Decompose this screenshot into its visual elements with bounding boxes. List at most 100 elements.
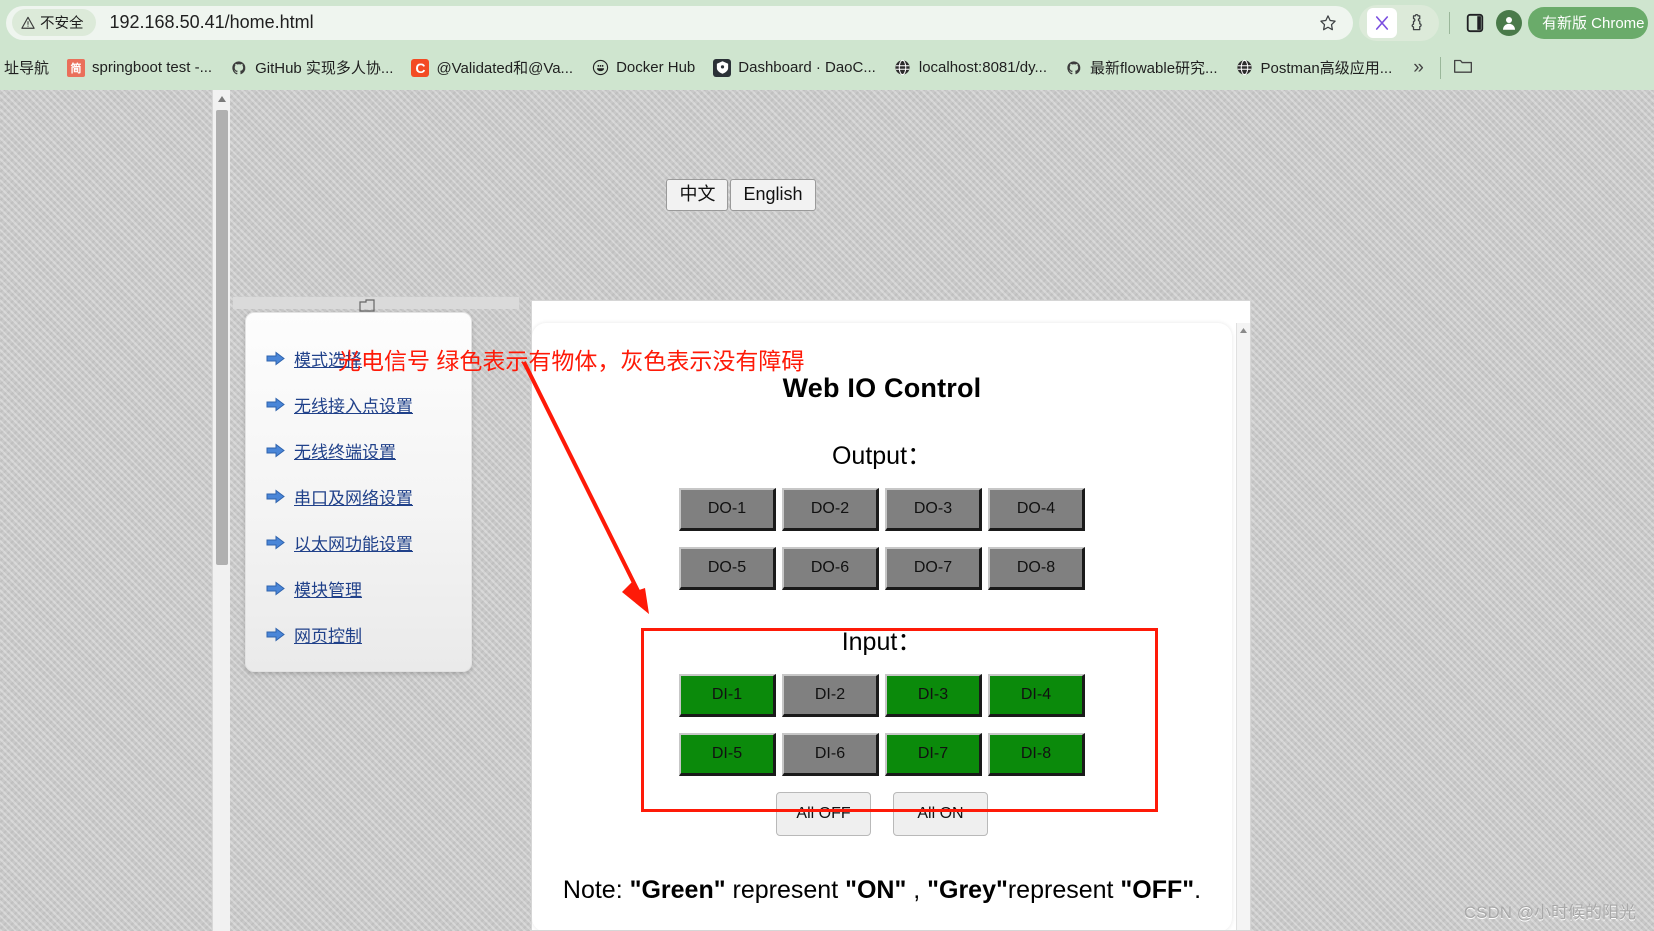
docker-icon <box>591 59 609 77</box>
sidebar-item-label: 以太网功能设置 <box>294 530 413 555</box>
lang-button-english[interactable]: English <box>730 179 815 211</box>
main-content-panel: Web IO Control Output： DO-1 DO-2 DO-3 DO… <box>531 300 1251 931</box>
content-scrollbar[interactable] <box>1236 323 1250 931</box>
language-selector: 中文 English <box>231 90 1251 300</box>
note-green-word: "Green" <box>630 876 726 904</box>
bookmark-label: Docker Hub <box>616 59 695 76</box>
warning-triangle-icon <box>21 16 35 30</box>
bookmarks-overflow-button[interactable]: » <box>1401 57 1436 79</box>
profile-avatar-icon[interactable] <box>1496 10 1522 36</box>
bookmark-item[interactable]: Docker Hub <box>582 55 704 81</box>
output-button-do-1[interactable]: DO-1 <box>679 488 776 531</box>
input-button-di-7[interactable]: DI-7 <box>885 733 982 776</box>
sidebar-item-sta-settings[interactable]: 无线终端设置 <box>266 427 471 473</box>
bookmark-item[interactable]: 最新flowable研究... <box>1056 53 1227 82</box>
note-prefix: Note: <box>563 876 630 904</box>
all-on-button[interactable]: All ON <box>893 792 988 836</box>
blue-arrow-icon <box>266 489 285 504</box>
note-on-word: "ON" <box>845 876 906 904</box>
sidebar-item-label: 串口及网络设置 <box>294 484 413 509</box>
site-security-label: 不安全 <box>40 12 84 33</box>
bookmark-item[interactable]: GitHub 实现多人协... <box>221 53 402 82</box>
note-grey-word: "Grey" <box>927 876 1008 904</box>
output-button-do-3[interactable]: DO-3 <box>885 488 982 531</box>
sidebar-item-module-mgmt[interactable]: 模块管理 <box>266 565 471 611</box>
bookmark-item[interactable]: localhost:8081/dy... <box>885 55 1056 81</box>
bookmark-label: GitHub 实现多人协... <box>255 57 393 78</box>
sidebar-item-web-control[interactable]: 网页控制 <box>266 611 471 657</box>
output-button-do-5[interactable]: DO-5 <box>679 547 776 590</box>
browser-toolbar: 不安全 192.168.50.41/home.html <box>0 0 1654 45</box>
bookmark-item[interactable]: Dashboard · DaoC... <box>704 55 885 81</box>
bookmark-folder-icon[interactable] <box>1445 57 1481 79</box>
output-button-do-6[interactable]: DO-6 <box>782 547 879 590</box>
lang-button-chinese[interactable]: 中文 <box>666 179 728 211</box>
web-io-control-page: Web IO Control Output： DO-1 DO-2 DO-3 DO… <box>532 323 1232 931</box>
sidebar-item-serial-network[interactable]: 串口及网络设置 <box>266 473 471 519</box>
input-button-di-6[interactable]: DI-6 <box>782 733 879 776</box>
scroll-up-arrow-icon[interactable] <box>213 90 230 108</box>
input-button-di-4[interactable]: DI-4 <box>988 674 1085 717</box>
output-row-2: DO-5 DO-6 DO-7 DO-8 <box>532 547 1232 590</box>
input-row-1: DI-1 DI-2 DI-3 DI-4 <box>532 674 1232 717</box>
bookmark-label: localhost:8081/dy... <box>919 59 1047 76</box>
side-panel-icon[interactable] <box>1460 8 1490 38</box>
x-extension-icon[interactable] <box>1367 8 1397 38</box>
blue-arrow-icon <box>266 535 285 550</box>
globe-icon <box>1236 59 1254 77</box>
bookmark-label: @Validated和@Va... <box>436 57 573 78</box>
output-button-do-7[interactable]: DO-7 <box>885 547 982 590</box>
bookmark-item[interactable]: C @Validated和@Va... <box>402 53 582 82</box>
sidebar-item-label: 模块管理 <box>294 576 362 601</box>
blue-arrow-icon <box>266 443 285 458</box>
content-scroll-up-arrow-icon[interactable] <box>1237 323 1250 337</box>
output-row-1: DO-1 DO-2 DO-3 DO-4 <box>532 488 1232 531</box>
sidebar-item-label: 网页控制 <box>294 622 362 647</box>
bulk-action-row: All OFF All ON <box>532 792 1232 836</box>
csdn-c-icon: C <box>411 59 429 77</box>
site-security-chip[interactable]: 不安全 <box>12 9 96 36</box>
blue-arrow-icon <box>266 581 285 596</box>
input-button-di-8[interactable]: DI-8 <box>988 733 1085 776</box>
output-button-do-4[interactable]: DO-4 <box>988 488 1085 531</box>
puzzle-extension-icon[interactable] <box>1401 8 1431 38</box>
bookmark-item[interactable]: 简 springboot test -... <box>58 55 221 81</box>
bookmark-star-icon[interactable] <box>1315 10 1341 36</box>
input-button-di-2[interactable]: DI-2 <box>782 674 879 717</box>
bookmark-item[interactable]: 址导航 <box>4 53 58 82</box>
scrollbar-thumb[interactable] <box>216 110 228 565</box>
all-off-button[interactable]: All OFF <box>776 792 871 836</box>
page-title: Web IO Control <box>532 373 1232 404</box>
bookmark-item[interactable]: Postman高级应用... <box>1227 53 1402 82</box>
output-button-do-2[interactable]: DO-2 <box>782 488 879 531</box>
note-mid-3: represent <box>1008 876 1121 904</box>
site-content: 中文 English 模式选择 无线接入点设置 <box>231 90 1251 931</box>
sidebar-item-mode-select[interactable]: 模式选择 <box>266 335 471 381</box>
jianshu-icon: 简 <box>67 59 85 77</box>
page-scrollbar[interactable] <box>212 90 230 931</box>
input-button-di-3[interactable]: DI-3 <box>885 674 982 717</box>
sidebar-item-ethernet[interactable]: 以太网功能设置 <box>266 519 471 565</box>
note-mid-2: , <box>906 876 927 904</box>
bookmark-label: springboot test -... <box>92 59 212 76</box>
note-off-word: "OFF" <box>1120 876 1194 904</box>
address-bar[interactable]: 不安全 192.168.50.41/home.html <box>6 6 1353 40</box>
sidebar-item-ap-settings[interactable]: 无线接入点设置 <box>266 381 471 427</box>
input-button-di-5[interactable]: DI-5 <box>679 733 776 776</box>
chrome-update-button[interactable]: 有新版 Chrome <box>1528 7 1648 39</box>
browser-chrome: 不安全 192.168.50.41/home.html <box>0 0 1654 90</box>
sidebar-item-label: 无线接入点设置 <box>294 392 413 417</box>
page-viewport: 中文 English 模式选择 无线接入点设置 <box>0 90 1654 931</box>
nav-panel-header <box>233 297 519 309</box>
url-text[interactable]: 192.168.50.41/home.html <box>110 12 1316 33</box>
bookmarks-divider <box>1440 57 1441 79</box>
extensions-group <box>1359 5 1439 41</box>
sidebar-item-label: 模式选择 <box>294 346 362 371</box>
bookmark-label: 址导航 <box>4 57 49 78</box>
output-button-do-8[interactable]: DO-8 <box>988 547 1085 590</box>
input-section-label: Input： <box>532 622 1232 658</box>
blue-arrow-icon <box>266 627 285 642</box>
github-icon <box>1065 59 1083 77</box>
sidebar-item-label: 无线终端设置 <box>294 438 396 463</box>
input-button-di-1[interactable]: DI-1 <box>679 674 776 717</box>
